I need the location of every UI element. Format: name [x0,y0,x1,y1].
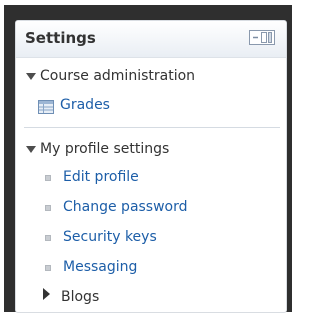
blogs-node[interactable]: Blogs [16,286,286,306]
messaging-link[interactable]: Messaging [63,259,137,275]
list-item[interactable]: Messaging [16,259,286,279]
my-profile-settings-label: My profile settings [40,141,170,157]
settings-block: Settings Course administration Grades My… [15,20,287,313]
edit-profile-link[interactable]: Edit profile [63,169,139,185]
expand-down-icon[interactable] [26,146,36,153]
section-divider [24,127,280,128]
dock-icon[interactable] [249,30,275,45]
course-administration-label: Course administration [40,68,196,84]
blogs-label: Blogs [61,289,100,305]
grades-item[interactable]: Grades [16,97,286,117]
grades-link[interactable]: Grades [60,97,110,113]
grades-table-icon [38,99,54,114]
list-item[interactable]: Security keys [16,229,286,249]
list-item[interactable]: Change password [16,199,286,219]
list-item[interactable]: Edit profile [16,169,286,189]
block-title: Settings [25,29,96,47]
expand-right-icon[interactable] [43,288,50,300]
change-password-link[interactable]: Change password [63,199,188,215]
block-header: Settings [16,21,286,58]
expand-down-icon[interactable] [26,73,36,80]
security-keys-link[interactable]: Security keys [63,229,157,245]
block-frame: Settings Course administration Grades My… [4,5,292,313]
course-administration-node[interactable]: Course administration [16,68,286,88]
bullet-icon [45,235,51,241]
bullet-icon [45,205,51,211]
bullet-icon [45,175,51,181]
my-profile-settings-node[interactable]: My profile settings [16,141,286,161]
bullet-icon [45,265,51,271]
